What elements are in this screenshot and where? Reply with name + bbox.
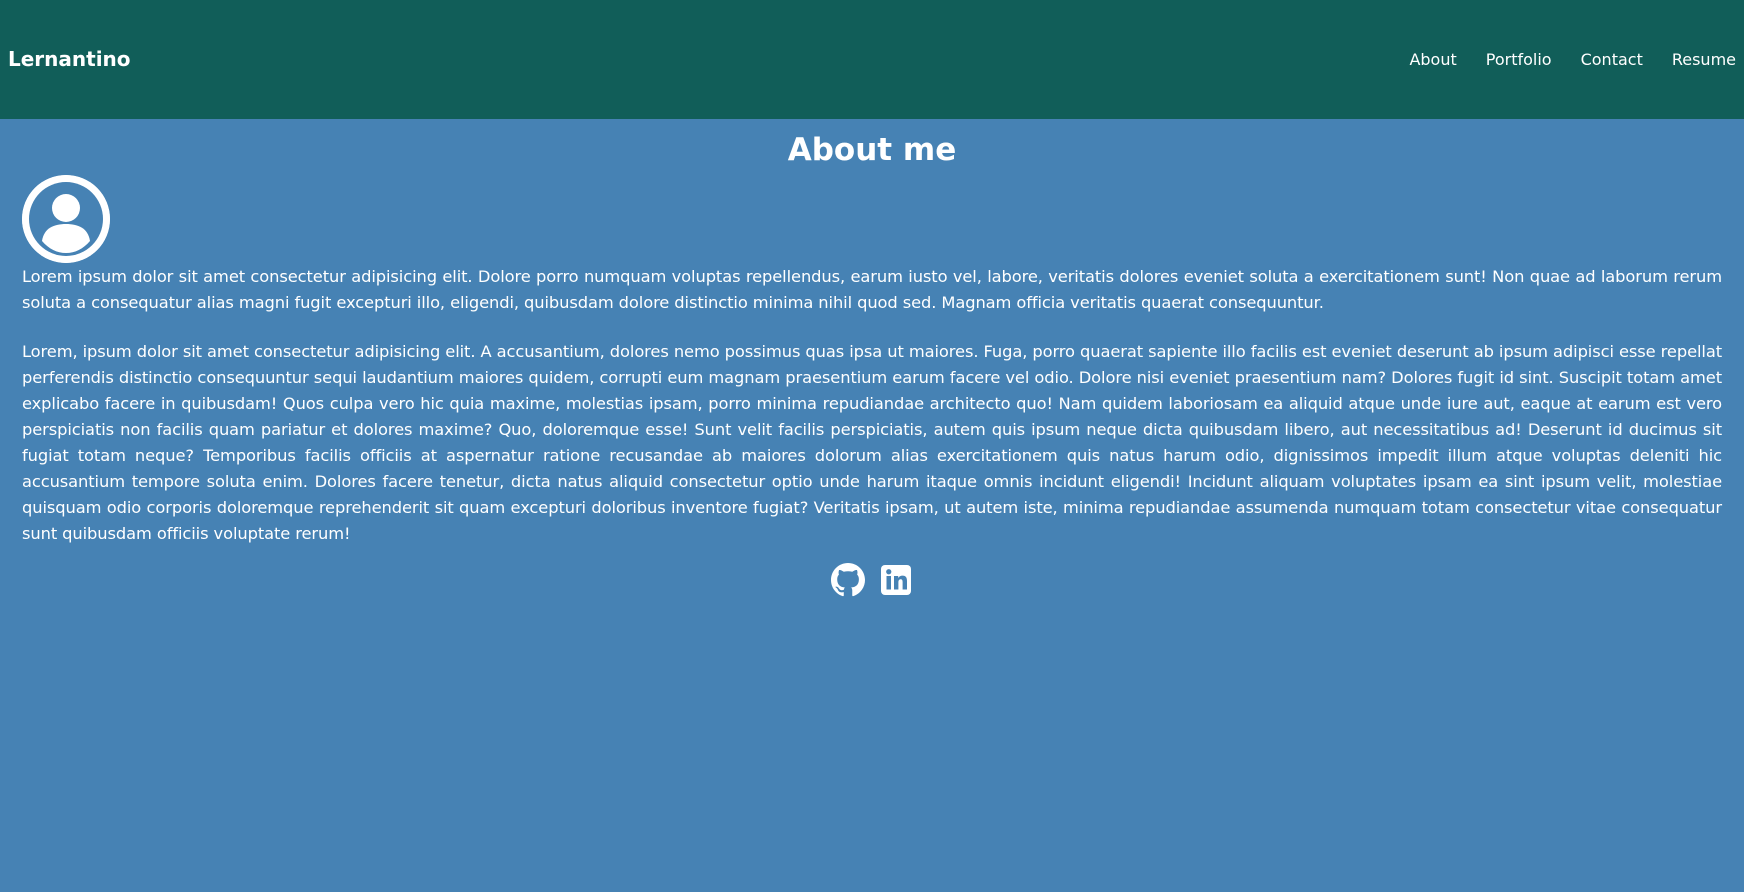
user-avatar-icon [22, 175, 110, 263]
about-paragraph-1: Lorem ipsum dolor sit amet consectetur a… [22, 267, 1722, 312]
about-section: About me Lorem ipsum dolor sit amet cons… [0, 135, 1744, 597]
about-paragraph-2: Lorem, ipsum dolor sit amet consectetur … [22, 342, 1722, 543]
nav-link-contact[interactable]: Contact [1581, 50, 1643, 69]
nav-link-resume[interactable]: Resume [1672, 50, 1736, 69]
linkedin-icon[interactable] [879, 563, 913, 597]
site-header: Lernantino About Portfolio Contact Resum… [0, 0, 1744, 119]
social-links [22, 563, 1722, 597]
brand-logo-link[interactable]: Lernantino [8, 47, 131, 71]
github-icon[interactable] [831, 563, 865, 597]
nav-link-portfolio[interactable]: Portfolio [1486, 50, 1552, 69]
main-nav: About Portfolio Contact Resume [1380, 50, 1736, 69]
page-title: About me [787, 132, 957, 168]
nav-link-about[interactable]: About [1409, 50, 1456, 69]
